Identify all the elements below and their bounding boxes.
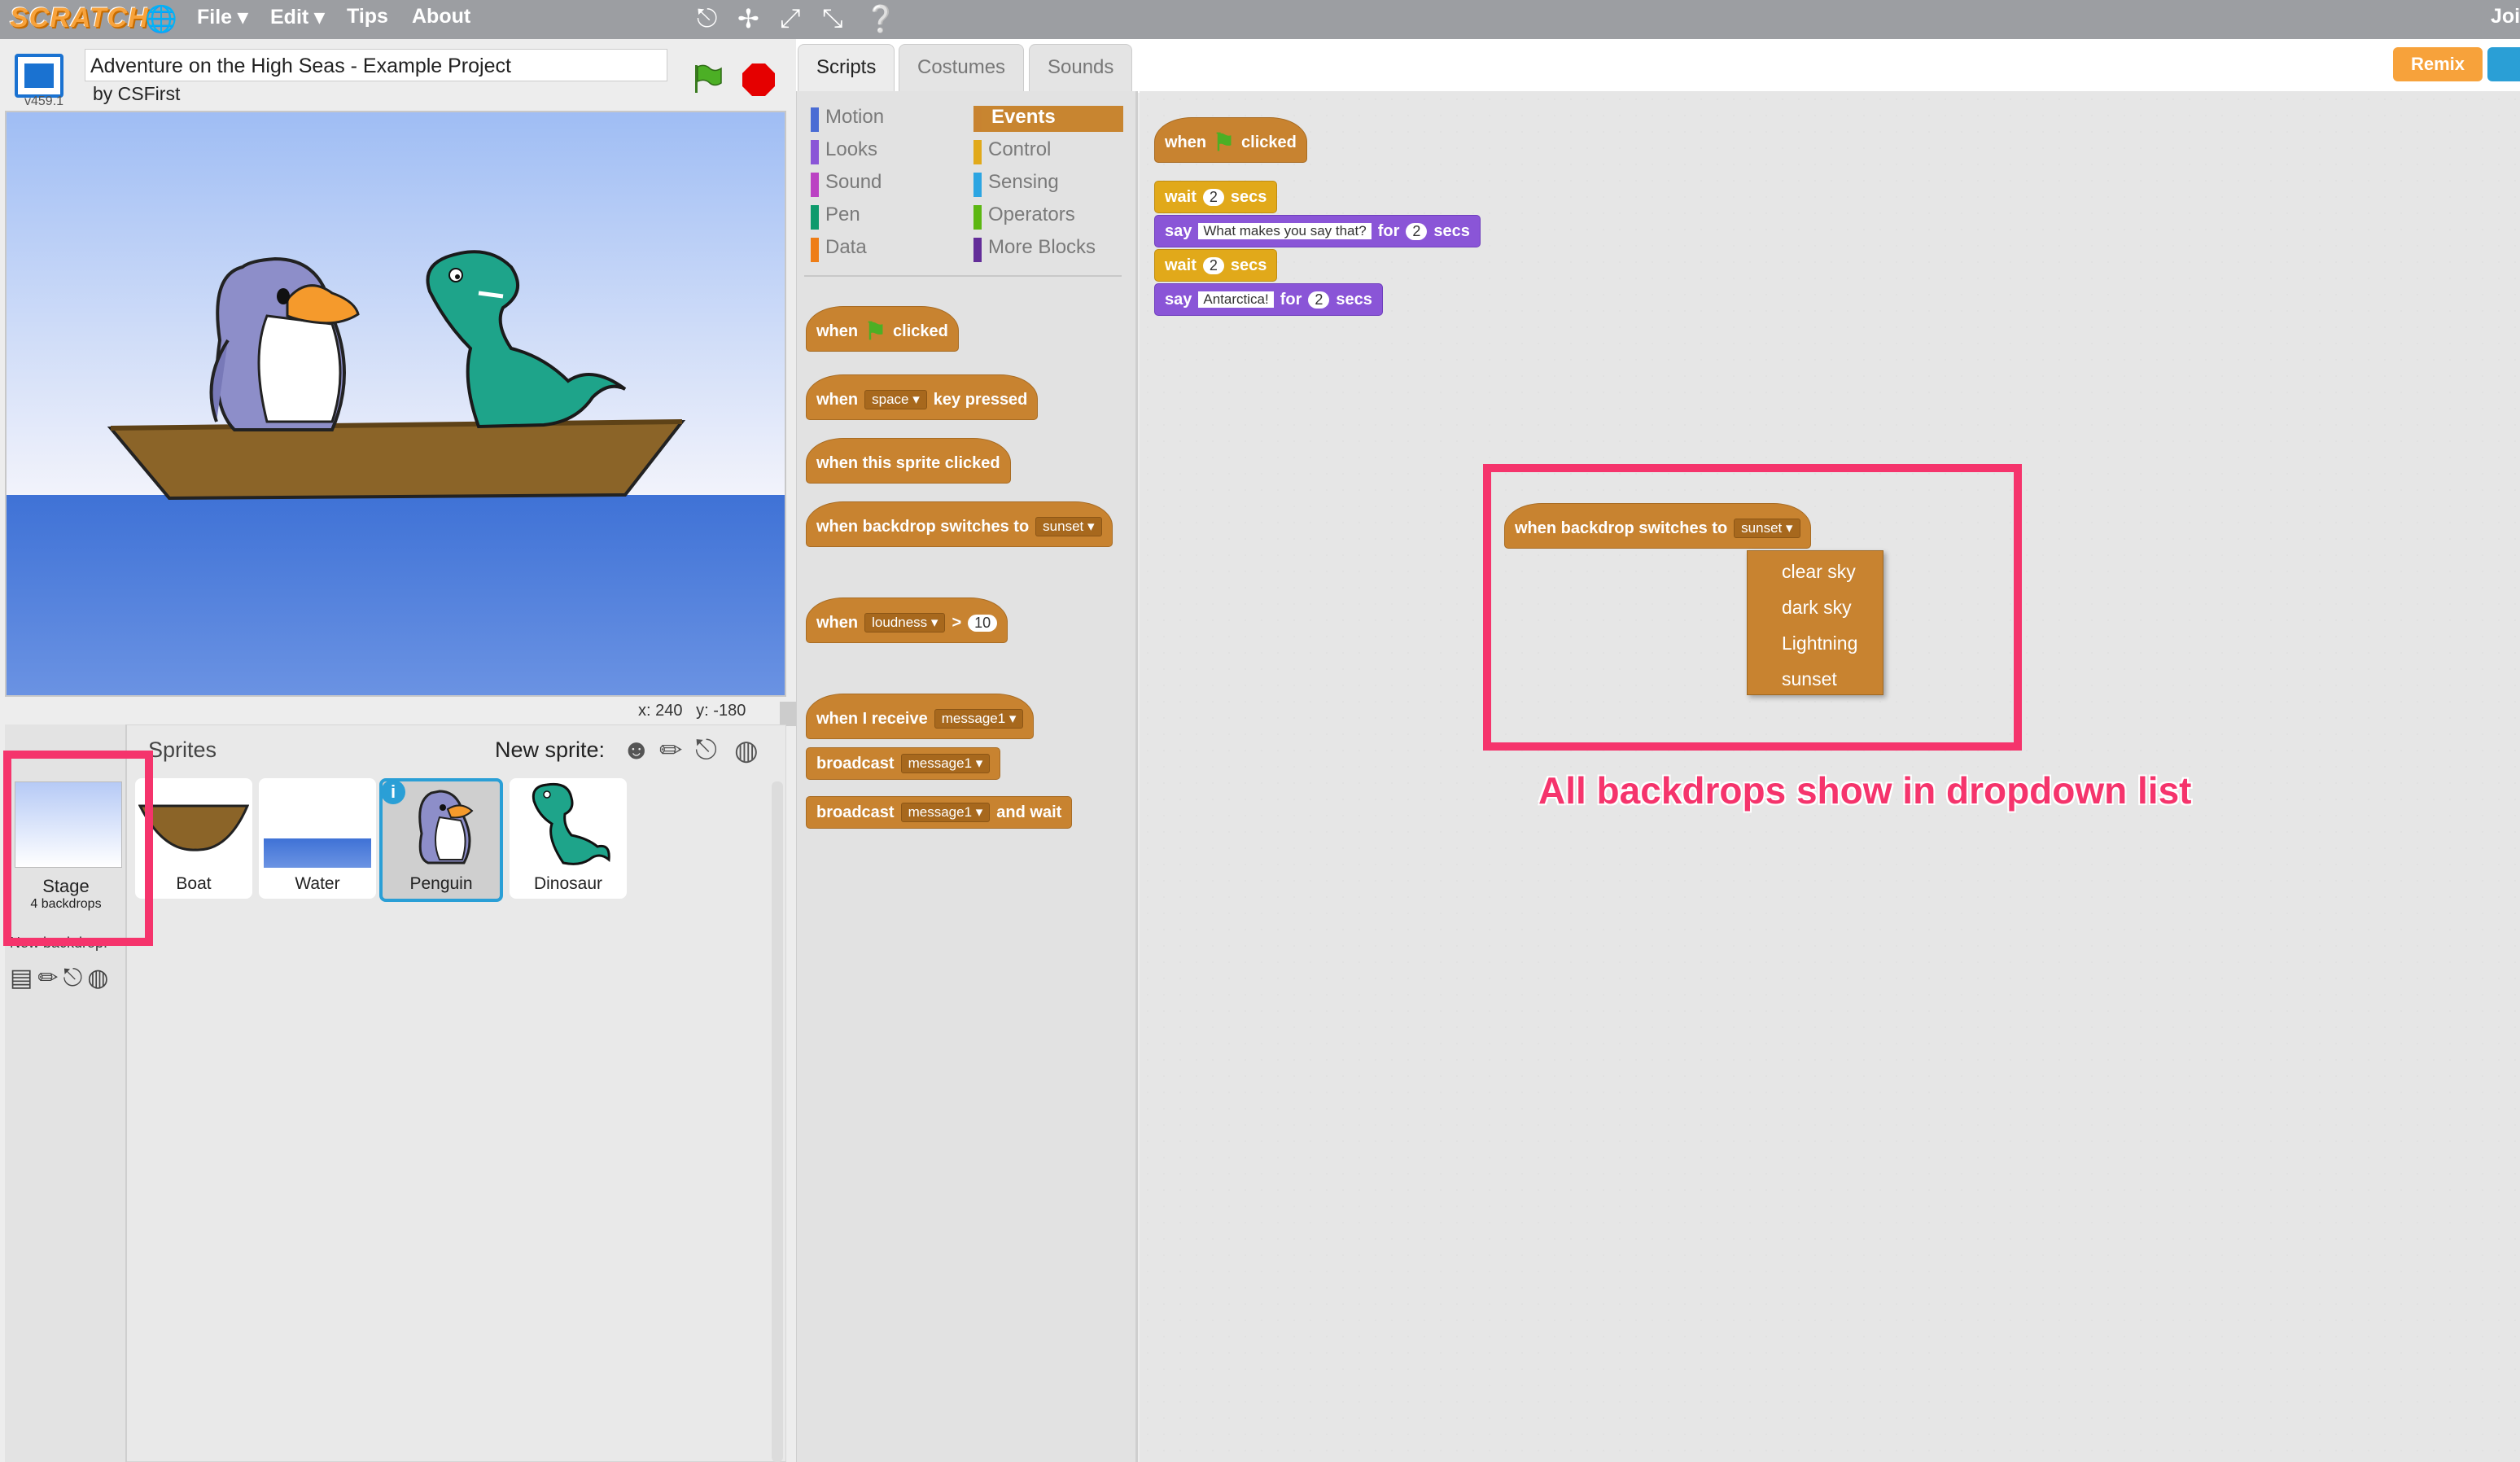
remix-button[interactable]: Remix <box>2393 47 2483 81</box>
join-link[interactable]: Joi <box>2491 5 2520 28</box>
sprite-thumb-water[interactable]: Water <box>259 778 376 899</box>
message-dropdown[interactable]: message1 <box>900 803 991 822</box>
globe-icon[interactable]: 🌐 <box>145 3 177 34</box>
block-when-i-receive[interactable]: when I receive message1 <box>806 694 1035 739</box>
green-flag-icon: ⚑ <box>1213 129 1236 156</box>
share-button[interactable] <box>2487 47 2520 81</box>
sprite-name: Penguin <box>409 874 473 893</box>
block-when-flag-clicked[interactable]: when ⚑ clicked <box>806 306 959 352</box>
palette-divider <box>804 275 1122 277</box>
wait-seconds-input[interactable]: 2 <box>1202 188 1224 206</box>
wait-seconds-input[interactable]: 2 <box>1202 256 1224 274</box>
stop-button[interactable] <box>742 63 775 96</box>
sprite-thumb-dinosaur[interactable]: Dinosaur <box>510 778 627 899</box>
message-dropdown[interactable]: message1 <box>900 754 991 773</box>
grow-icon[interactable]: ⤢ <box>780 3 801 34</box>
key-dropdown[interactable]: space <box>864 390 927 409</box>
boat-thumbnail-art <box>138 804 249 851</box>
menu-tips[interactable]: Tips <box>347 5 388 28</box>
tab-sounds[interactable]: Sounds <box>1029 44 1133 94</box>
scratch-logo[interactable]: SCRATCH <box>10 2 148 35</box>
say-text-input[interactable]: What makes you say that? <box>1198 223 1372 239</box>
new-sprite-label: New sprite: <box>495 738 606 762</box>
new-backdrop-icons[interactable]: ▤✏⎋◍ <box>10 964 113 992</box>
annotation-text: All backdrops show in dropdown list <box>1538 769 2192 812</box>
category-operators[interactable]: Operators <box>973 204 1075 230</box>
loudness-value-input[interactable]: 10 <box>968 614 998 632</box>
choose-sprite-library-icon[interactable]: ☻ <box>622 734 651 766</box>
backdrop-dropdown[interactable]: sunset <box>1035 517 1102 536</box>
fullscreen-button[interactable] <box>15 54 63 98</box>
script-say-2[interactable]: say Antarctica! for 2 secs <box>1154 283 1383 316</box>
say-text-input[interactable]: Antarctica! <box>1198 291 1274 308</box>
tab-costumes[interactable]: Costumes <box>899 44 1025 94</box>
dinosaur-thumbnail-art <box>532 782 610 865</box>
sensor-dropdown[interactable]: loudness <box>864 613 946 633</box>
project-title-input[interactable]: Adventure on the High Seas - Example Pro… <box>85 49 667 81</box>
message-dropdown[interactable]: message1 <box>934 709 1024 729</box>
category-pen[interactable]: Pen <box>811 204 860 230</box>
block-when-sprite-clicked[interactable]: when this sprite clicked <box>806 438 1011 484</box>
shrink-icon[interactable]: ⤡ <box>822 3 843 34</box>
sprites-label: Sprites <box>148 738 217 762</box>
highlight-box-stage <box>3 751 153 946</box>
sprite-name: Water <box>295 874 340 893</box>
stage[interactable] <box>5 111 786 697</box>
block-when-key-pressed[interactable]: when space key pressed <box>806 374 1039 420</box>
green-flag-icon[interactable] <box>690 62 723 94</box>
menu-about[interactable]: About <box>412 5 470 28</box>
menu-edit[interactable]: Edit ▾ <box>270 5 325 29</box>
paint-sprite-icon[interactable]: ✏ <box>659 734 683 767</box>
stage-sprites-art <box>107 250 686 501</box>
sprite-thumb-penguin[interactable]: i Penguin <box>379 778 503 902</box>
block-broadcast-and-wait[interactable]: broadcast message1 and wait <box>806 796 1073 829</box>
collapse-stage-arrow[interactable] <box>780 702 796 726</box>
penguin-sprite <box>209 256 360 431</box>
penguin-thumbnail-art <box>418 790 474 865</box>
category-looks[interactable]: Looks <box>811 138 877 164</box>
highlight-box-dropdown <box>1483 464 2022 751</box>
water-thumbnail-art <box>264 838 371 868</box>
say-seconds-input[interactable]: 2 <box>1406 222 1428 240</box>
cut-scissors-icon[interactable]: ✢ <box>737 3 759 34</box>
script-wait-2[interactable]: wait 2 secs <box>1154 249 1278 282</box>
category-more-blocks[interactable]: More Blocks <box>973 236 1096 262</box>
block-when-loudness[interactable]: when loudness > 10 <box>806 597 1008 643</box>
info-icon[interactable]: i <box>381 780 405 804</box>
script-when-flag-clicked[interactable]: when ⚑ clicked <box>1154 117 1307 163</box>
category-events[interactable]: Events <box>973 106 1123 132</box>
block-broadcast[interactable]: broadcast message1 <box>806 747 1001 780</box>
project-author: by CSFirst <box>93 83 181 104</box>
boat-sprite <box>107 419 686 501</box>
camera-icon[interactable]: ◍ <box>734 734 759 767</box>
help-icon[interactable]: ❔ <box>864 3 897 34</box>
say-seconds-input[interactable]: 2 <box>1308 291 1330 309</box>
sprite-name: Dinosaur <box>533 874 603 893</box>
version-label: v459.1 <box>24 94 64 108</box>
sprite-pane-scrollbar[interactable] <box>772 781 783 1462</box>
category-data[interactable]: Data <box>811 236 867 262</box>
mouse-coordinates: x: 240 y: -180 <box>638 702 746 720</box>
category-control[interactable]: Control <box>973 138 1051 164</box>
upload-sprite-icon[interactable]: ⎋ <box>695 734 717 766</box>
category-sound[interactable]: Sound <box>811 171 882 197</box>
menu-file[interactable]: File ▾ <box>197 5 248 29</box>
category-motion[interactable]: Motion <box>811 106 884 132</box>
dinosaur-sprite <box>426 250 627 429</box>
script-wait-1[interactable]: wait 2 secs <box>1154 181 1278 213</box>
category-sensing[interactable]: Sensing <box>973 171 1059 197</box>
block-when-backdrop-switches[interactable]: when backdrop switches to sunset <box>806 501 1113 547</box>
green-flag-icon: ⚑ <box>864 317 887 345</box>
duplicate-stamp-icon[interactable]: ⎋ <box>697 3 717 34</box>
script-say-1[interactable]: say What makes you say that? for 2 secs <box>1154 215 1481 247</box>
tab-scripts[interactable]: Scripts <box>798 44 895 94</box>
